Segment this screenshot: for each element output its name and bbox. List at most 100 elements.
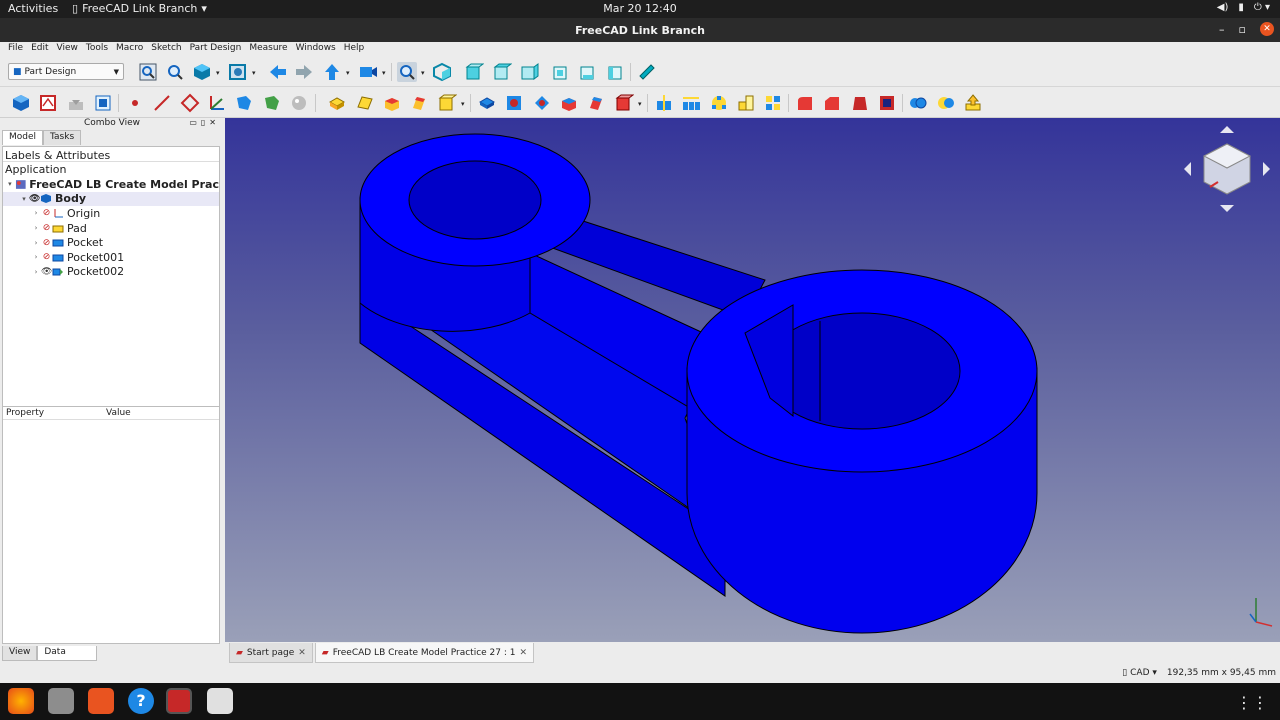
3d-viewport[interactable] <box>225 118 1280 642</box>
additive-helix-icon[interactable] <box>437 93 457 113</box>
top-view-icon[interactable] <box>492 62 512 82</box>
workbench-selector[interactable]: ■ Part Design ▼ <box>8 63 124 80</box>
expand-icon[interactable]: › <box>31 239 41 247</box>
menu-sketch[interactable]: Sketch <box>147 42 185 56</box>
right-view-icon[interactable] <box>519 62 539 82</box>
collapse-icon[interactable]: ▾ <box>19 195 29 203</box>
restore-button[interactable]: ▫ <box>1239 23 1246 36</box>
app-menu[interactable]: ▯ FreeCAD Link Branch ▾ <box>72 2 207 15</box>
eye-icon[interactable]: 👁 <box>41 267 52 277</box>
bounding-box-icon[interactable] <box>228 62 248 82</box>
tree-item-document[interactable]: ▾ FreeCAD LB Create Model Prac <box>3 177 219 192</box>
back-icon[interactable] <box>268 62 288 82</box>
expand-icon[interactable]: › <box>31 224 41 232</box>
model-view[interactable] <box>225 118 1280 642</box>
groove-icon[interactable] <box>532 93 552 113</box>
tree-item-pocket001[interactable]: › ⊘ Pocket001 <box>3 250 219 265</box>
close-icon[interactable]: ✕ <box>298 648 306 658</box>
chevron-down-icon[interactable]: ▾ <box>216 69 220 77</box>
pad-icon[interactable] <box>327 93 347 113</box>
create-body-icon[interactable] <box>11 93 31 113</box>
chamfer-icon[interactable] <box>822 93 842 113</box>
revolution-icon[interactable] <box>355 93 375 113</box>
software-store-icon[interactable] <box>88 688 114 714</box>
chevron-down-icon[interactable]: ▾ <box>421 69 425 77</box>
zoom-icon[interactable] <box>397 62 417 82</box>
subtractive-box-icon[interactable] <box>614 93 634 113</box>
tree-item-body[interactable]: ▾ 👁 Body <box>3 191 219 207</box>
screenshot-icon[interactable] <box>207 688 233 714</box>
tree-item-origin[interactable]: › ⊘ Origin <box>3 206 219 221</box>
firefox-icon[interactable] <box>8 688 34 714</box>
draft-icon[interactable] <box>850 93 870 113</box>
system-tray[interactable]: ◀) ▮ ⏻ ▾ <box>1217 2 1270 13</box>
eye-hidden-icon[interactable]: ⊘ <box>41 238 52 248</box>
chevron-down-icon[interactable]: ▾ <box>346 69 350 77</box>
subtractive-pipe-icon[interactable] <box>586 93 606 113</box>
freecad-app-icon[interactable] <box>166 688 192 714</box>
chevron-down-icon[interactable]: ▾ <box>638 100 642 108</box>
rear-view-icon[interactable] <box>551 62 571 82</box>
expand-icon[interactable]: › <box>31 209 41 217</box>
bottom-view-icon[interactable] <box>578 62 598 82</box>
tree-item-pocket002[interactable]: › 👁 Pocket002 <box>3 265 219 280</box>
menu-view[interactable]: View <box>53 42 82 56</box>
app-grid-icon[interactable]: ⋮⋮ <box>1236 693 1268 712</box>
export-icon[interactable] <box>963 93 983 113</box>
menu-file[interactable]: File <box>4 42 27 56</box>
fit-all-icon[interactable] <box>138 62 158 82</box>
additive-pipe-icon[interactable] <box>409 93 429 113</box>
import-icon[interactable] <box>66 93 86 113</box>
scaled-icon[interactable] <box>736 93 756 113</box>
expand-icon[interactable]: › <box>31 253 41 261</box>
eye-icon[interactable]: 👁 <box>29 194 40 204</box>
boolean-icon[interactable] <box>908 93 928 113</box>
left-view-icon[interactable] <box>606 62 626 82</box>
minimize-button[interactable]: – <box>1219 23 1225 36</box>
menu-help[interactable]: Help <box>340 42 369 56</box>
nav-arrow-left-icon[interactable] <box>1184 162 1191 176</box>
split-icon[interactable] <box>936 93 956 113</box>
model-tree[interactable]: Labels & Attributes Application ▾ FreeCA… <box>2 146 220 421</box>
clone-icon[interactable] <box>289 93 309 113</box>
tree-item-pocket[interactable]: › ⊘ Pocket <box>3 235 219 250</box>
eye-hidden-icon[interactable]: ⊘ <box>41 208 52 218</box>
files-icon[interactable] <box>48 688 74 714</box>
fit-selection-icon[interactable] <box>165 62 185 82</box>
up-arrow-icon[interactable] <box>322 62 342 82</box>
datum-plane-icon[interactable] <box>180 93 200 113</box>
tab-tasks[interactable]: Tasks <box>43 130 82 145</box>
subtractive-loft-icon[interactable] <box>559 93 579 113</box>
datum-line-icon[interactable] <box>152 93 172 113</box>
chevron-down-icon[interactable]: ▾ <box>382 69 386 77</box>
front-view-icon[interactable] <box>464 62 484 82</box>
eye-hidden-icon[interactable]: ⊘ <box>41 223 52 233</box>
hole-icon[interactable] <box>504 93 524 113</box>
close-icon[interactable]: ✕ <box>520 648 528 658</box>
isometric-view-icon[interactable] <box>432 62 452 82</box>
tab-view[interactable]: View <box>2 646 38 661</box>
tab-model-document[interactable]: ▰ FreeCAD LB Create Model Practice 27 : … <box>314 643 535 663</box>
tab-start-page[interactable]: ▰ Start page ✕ <box>229 643 313 663</box>
navigation-cube[interactable] <box>1182 124 1272 214</box>
draw-style-icon[interactable] <box>192 62 212 82</box>
thickness-icon[interactable] <box>877 93 897 113</box>
forward-icon[interactable] <box>294 62 314 82</box>
chevron-down-icon[interactable]: ▾ <box>461 100 465 108</box>
measure-icon[interactable] <box>637 62 657 82</box>
datum-point-icon[interactable] <box>125 93 145 113</box>
sync-view-icon[interactable] <box>358 62 378 82</box>
menu-tools[interactable]: Tools <box>82 42 112 56</box>
collapse-icon[interactable]: ▾ <box>5 180 15 188</box>
tab-model[interactable]: Model <box>2 130 44 145</box>
fillet-icon[interactable] <box>795 93 815 113</box>
subshape-binder-icon[interactable] <box>262 93 282 113</box>
tab-data[interactable]: Data <box>37 646 98 661</box>
polar-pattern-icon[interactable] <box>709 93 729 113</box>
navigation-style[interactable]: ▯ CAD ▾ <box>1122 668 1157 678</box>
validate-sketch-icon[interactable] <box>93 93 113 113</box>
pocket-icon[interactable] <box>477 93 497 113</box>
nav-arrow-up-icon[interactable] <box>1220 126 1234 133</box>
nav-arrow-right-icon[interactable] <box>1263 162 1270 176</box>
close-button[interactable]: ✕ <box>1260 22 1274 36</box>
